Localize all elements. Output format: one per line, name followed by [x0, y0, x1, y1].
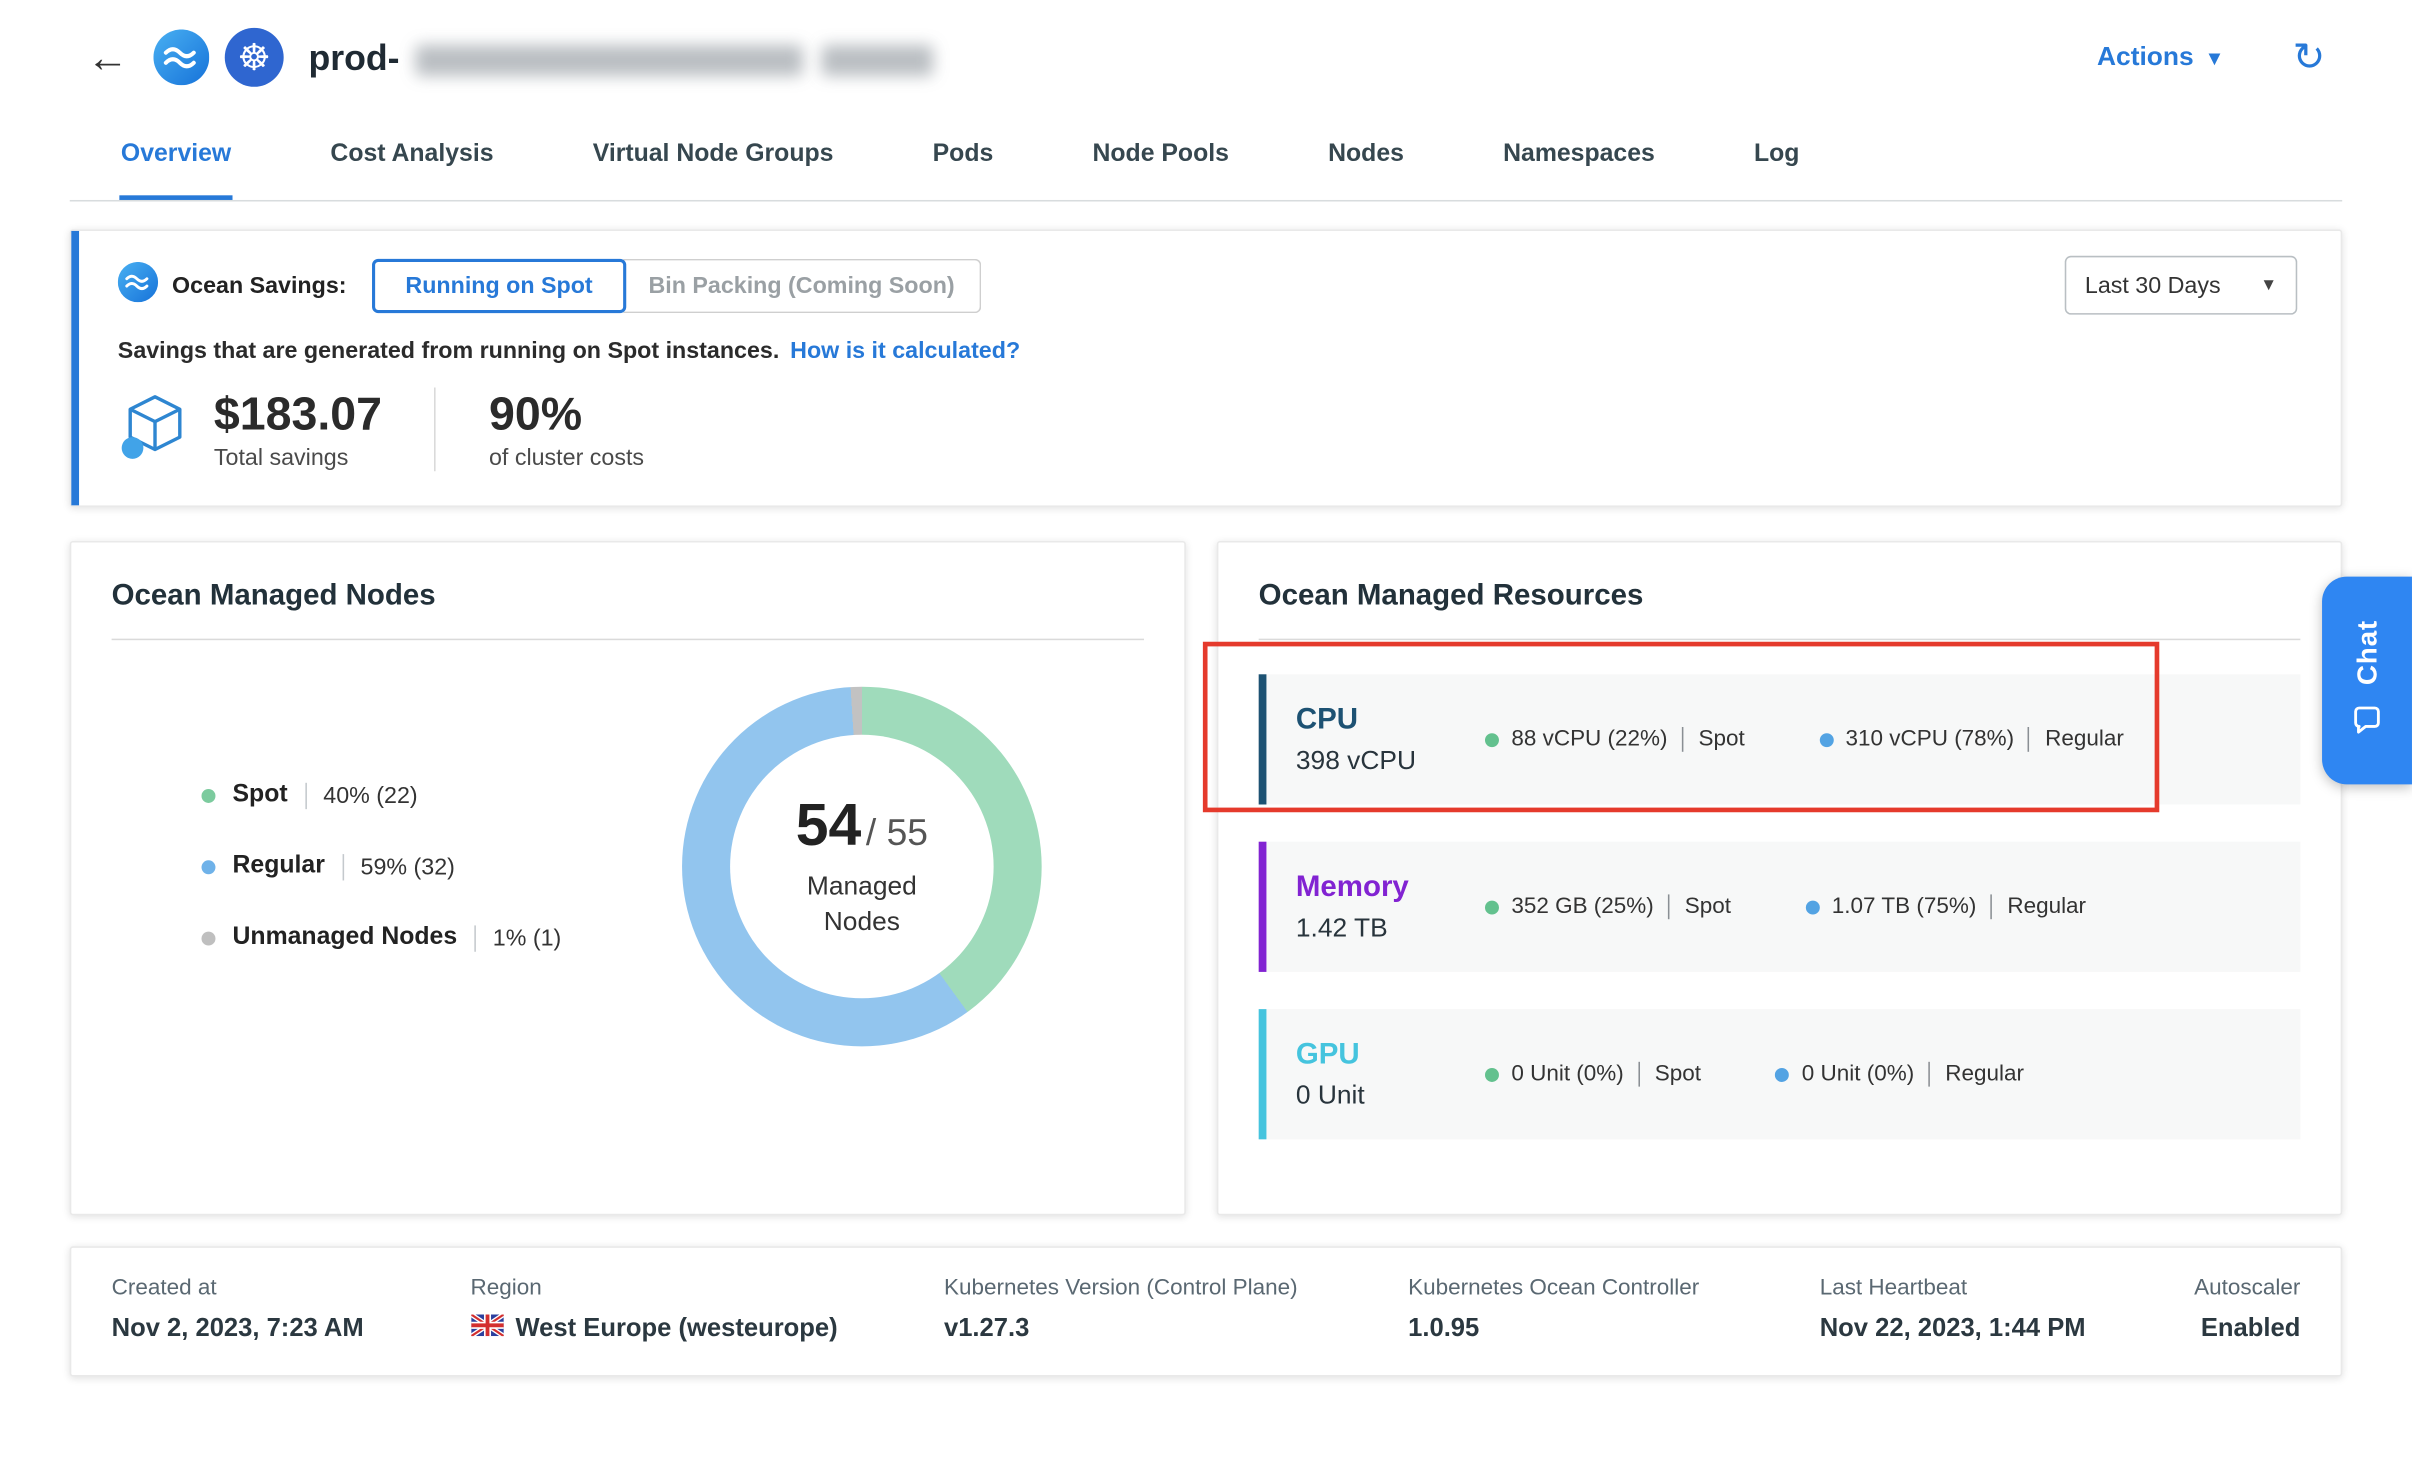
- k8s-version-column: Kubernetes Version (Control Plane) v1.27…: [944, 1276, 1408, 1344]
- caret-down-icon: ▼: [2260, 276, 2277, 295]
- divider: [112, 639, 1144, 641]
- divider: [435, 388, 437, 472]
- created-at-column: Created at Nov 2, 2023, 7:23 AM: [112, 1276, 471, 1344]
- memory-label: Memory: [1296, 870, 1473, 904]
- ocean-savings-icon: [118, 261, 158, 309]
- total-savings-label: Total savings: [214, 444, 382, 470]
- tab-bar: Overview Cost Analysis Virtual Node Grou…: [70, 115, 2342, 202]
- running-on-spot-toggle[interactable]: Running on Spot: [371, 258, 626, 312]
- savings-description: Savings that are generated from running …: [118, 338, 780, 364]
- cluster-title: prod-: [308, 36, 399, 78]
- last-heartbeat-column: Last Heartbeat Nov 22, 2023, 1:44 PM: [1820, 1276, 2194, 1344]
- resource-row-memory: Memory 1.42 TB 352 GB (25%) Spot 1.07 TB…: [1259, 842, 2301, 972]
- ocean-managed-nodes-card: Ocean Managed Nodes Spot 40% (22) Regula…: [70, 541, 1186, 1215]
- tab-cost-analysis[interactable]: Cost Analysis: [329, 115, 495, 200]
- gpu-label: GPU: [1296, 1038, 1473, 1072]
- ocean-savings-panel: Ocean Savings: Running on Spot Bin Packi…: [70, 229, 2342, 506]
- regular-dot-icon: [1805, 900, 1819, 914]
- tab-overview[interactable]: Overview: [119, 115, 232, 200]
- managed-nodes-count: 54: [796, 794, 862, 861]
- gpu-total-value: 0 Unit: [1296, 1080, 1473, 1111]
- resource-row-gpu: GPU 0 Unit 0 Unit (0%) Spot 0 Unit (0%): [1259, 1009, 2301, 1139]
- refresh-icon: ↻: [2293, 35, 2325, 78]
- cpu-spot-stat: 88 vCPU (22%) Spot: [1485, 727, 1745, 752]
- bin-packing-toggle[interactable]: Bin Packing (Coming Soon): [624, 258, 981, 312]
- spot-dot-icon: [1485, 900, 1499, 914]
- kubernetes-logo-icon: ☸: [225, 28, 284, 87]
- cpu-label: CPU: [1296, 703, 1473, 737]
- tab-nodes[interactable]: Nodes: [1327, 115, 1406, 200]
- header: ← ☸ prod- Actions ▼ ↻: [0, 0, 2412, 115]
- back-button[interactable]: ←: [87, 36, 129, 78]
- chat-bubble-icon: [2350, 703, 2384, 742]
- gpu-accent-bar: [1259, 1009, 1267, 1139]
- legend-item-regular: Regular 59% (32): [202, 853, 562, 881]
- cpu-total-value: 398 vCPU: [1296, 745, 1473, 776]
- chat-button-label: Chat: [2351, 619, 2384, 684]
- how-is-it-calculated-link[interactable]: How is it calculated?: [790, 338, 1020, 364]
- memory-spot-stat: 352 GB (25%) Spot: [1485, 894, 1731, 919]
- cluster-info-bar: Created at Nov 2, 2023, 7:23 AM Region W…: [70, 1246, 2342, 1376]
- memory-accent-bar: [1259, 842, 1267, 972]
- region-column: Region West Europe (westeurope): [471, 1276, 944, 1344]
- ocean-savings-label: Ocean Savings:: [172, 272, 346, 298]
- savings-percent-label: of cluster costs: [489, 444, 644, 470]
- refresh-button[interactable]: ↻: [2293, 38, 2325, 77]
- savings-percent-value: 90%: [489, 388, 644, 439]
- memory-total-value: 1.42 TB: [1296, 912, 1473, 943]
- legend-item-spot: Spot 40% (22): [202, 781, 562, 809]
- regular-dot-icon: [202, 860, 216, 874]
- spot-dot-icon: [1485, 1067, 1499, 1081]
- cluster-overview-page: ← ☸ prod- Actions ▼ ↻ Overview Cost Ana: [0, 0, 2412, 1477]
- ocean-controller-column: Kubernetes Ocean Controller 1.0.95: [1408, 1276, 1820, 1344]
- managed-nodes-donut: 54 / 55 Managed Nodes: [682, 687, 1042, 1047]
- donut-center: 54 / 55 Managed Nodes: [730, 735, 994, 999]
- spot-ocean-logo-icon: [153, 29, 209, 85]
- gpu-spot-stat: 0 Unit (0%) Spot: [1485, 1062, 1701, 1087]
- regular-dot-icon: [1819, 732, 1833, 746]
- ocean-managed-resources-card: Ocean Managed Resources CPU 398 vCPU 88 …: [1217, 541, 2342, 1215]
- panel-accent-bar: [71, 231, 79, 505]
- managed-nodes-caption: Managed Nodes: [781, 870, 942, 938]
- regular-dot-icon: [1775, 1067, 1789, 1081]
- managed-nodes-total: / 55: [866, 813, 928, 856]
- chat-button[interactable]: Chat: [2322, 577, 2412, 785]
- unmanaged-dot-icon: [202, 931, 216, 945]
- managed-resources-title: Ocean Managed Resources: [1259, 580, 2301, 614]
- spot-dot-icon: [1485, 732, 1499, 746]
- legend-item-unmanaged: Unmanaged Nodes 1% (1): [202, 924, 562, 952]
- redacted-block: [821, 45, 933, 76]
- resource-row-cpu: CPU 398 vCPU 88 vCPU (22%) Spot 310 vCPU…: [1259, 674, 2301, 804]
- back-arrow-icon: ←: [87, 33, 129, 80]
- tab-namespaces[interactable]: Namespaces: [1502, 115, 1657, 200]
- caret-down-icon: ▼: [2205, 46, 2225, 69]
- autoscaler-column: Autoscaler Enabled: [2194, 1276, 2300, 1344]
- cluster-name-redacted: [415, 45, 933, 76]
- memory-regular-stat: 1.07 TB (75%) Regular: [1805, 894, 2086, 919]
- savings-cube-icon: [118, 388, 192, 470]
- actions-button[interactable]: Actions ▼: [2097, 42, 2224, 73]
- cpu-accent-bar: [1259, 674, 1267, 804]
- savings-mode-toggle: Running on Spot Bin Packing (Coming Soon…: [371, 258, 981, 312]
- period-select-value: Last 30 Days: [2085, 272, 2221, 298]
- nodes-legend: Spot 40% (22) Regular 59% (32) Unmanaged…: [202, 781, 562, 952]
- tab-node-pools[interactable]: Node Pools: [1091, 115, 1231, 200]
- tab-virtual-node-groups[interactable]: Virtual Node Groups: [591, 115, 835, 200]
- period-select[interactable]: Last 30 Days ▼: [2065, 256, 2298, 315]
- uk-flag-icon: [471, 1314, 504, 1343]
- total-savings-value: $183.07: [214, 388, 382, 439]
- tab-pods[interactable]: Pods: [931, 115, 995, 200]
- spot-dot-icon: [202, 788, 216, 802]
- gpu-regular-stat: 0 Unit (0%) Regular: [1775, 1062, 2024, 1087]
- divider: [1259, 639, 2301, 641]
- redacted-block: [415, 45, 803, 76]
- cpu-regular-stat: 310 vCPU (78%) Regular: [1819, 727, 2124, 752]
- managed-nodes-title: Ocean Managed Nodes: [112, 580, 1144, 614]
- tab-log[interactable]: Log: [1752, 115, 1801, 200]
